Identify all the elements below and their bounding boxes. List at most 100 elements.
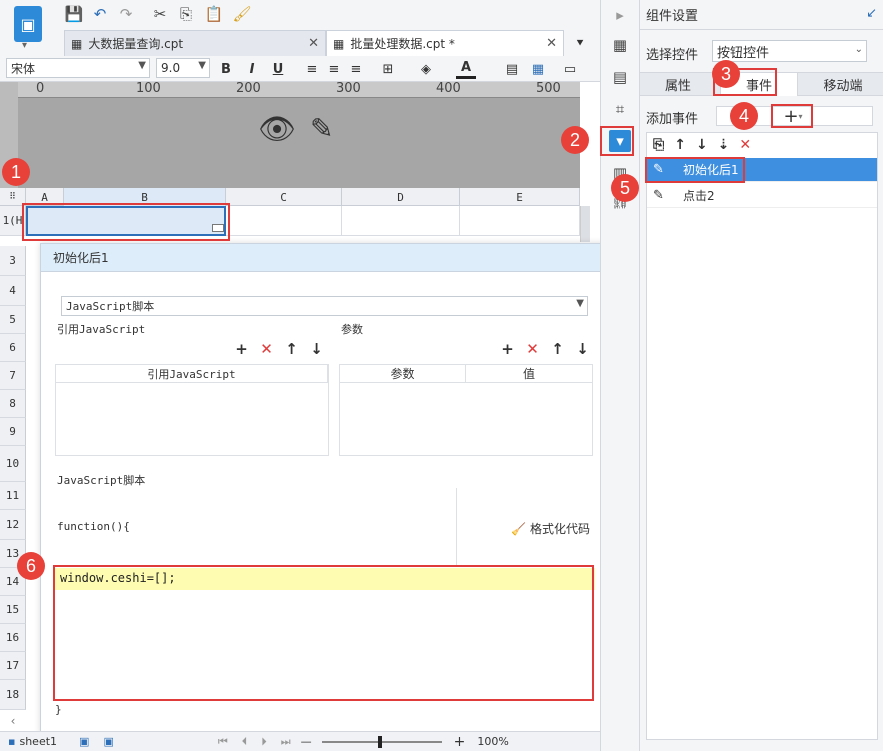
function-header: function(){ bbox=[57, 520, 130, 533]
step-badge: 1 bbox=[2, 158, 30, 186]
tab-big-data-query[interactable]: ▦ 大数据量查询.cpt ✕ bbox=[64, 30, 326, 56]
align-center-icon[interactable]: ≡ bbox=[324, 59, 344, 79]
row-header[interactable]: 3 bbox=[0, 246, 26, 276]
vertical-scrollbar[interactable] bbox=[580, 206, 590, 242]
more-icon[interactable]: ▭ bbox=[560, 59, 580, 79]
side-toolbar: ▸ ▦ ▤ ⌗ ▾ ▥ ⛓ bbox=[600, 0, 640, 751]
add-sheet-icon[interactable]: ▣ bbox=[79, 735, 89, 748]
table-icon[interactable]: ▦ bbox=[528, 59, 548, 79]
align-left-icon[interactable]: ≡ bbox=[302, 59, 322, 79]
tab-attributes[interactable]: 属性 bbox=[640, 73, 716, 95]
grid-cell[interactable] bbox=[342, 206, 460, 236]
move-up-icon[interactable]: ↑ bbox=[283, 340, 300, 358]
cut-icon[interactable]: ✂ bbox=[150, 4, 170, 24]
column-header[interactable]: C bbox=[226, 188, 342, 206]
main-toolbar: ▣ ▾ 💾 ↶ ↷ ✂ ⎘ 📋 🖌 ▦ 大数据量查询.cpt ✕ ▦ 批量处理数… bbox=[0, 0, 600, 82]
move-down-icon[interactable]: ↓ bbox=[574, 340, 591, 358]
add-icon[interactable]: + bbox=[233, 340, 250, 358]
status-bar: ▪ sheet1 ▣ ▣ ⏮ ⏴ ⏵ ⏭ — + 100% bbox=[0, 731, 600, 751]
italic-icon[interactable]: I bbox=[242, 59, 262, 79]
column-header: 参数 bbox=[340, 365, 466, 383]
tab-batch-process[interactable]: ▦ 批量处理数据.cpt * ✕ bbox=[326, 30, 564, 56]
next-page-icon[interactable]: ⏵ bbox=[261, 735, 267, 749]
sheet-tab[interactable]: sheet1 bbox=[19, 735, 57, 748]
widget-select[interactable]: 按钮控件 ⌄ bbox=[712, 40, 867, 62]
params-label: 参数 bbox=[341, 323, 363, 336]
zoom-in-icon[interactable]: + bbox=[454, 734, 466, 750]
row-header[interactable]: 4 bbox=[0, 276, 26, 306]
undo-icon[interactable]: ↶ bbox=[90, 4, 110, 24]
row-header[interactable]: 5 bbox=[0, 306, 26, 334]
row-header[interactable]: 17 bbox=[0, 652, 26, 680]
row-header[interactable]: 6 bbox=[0, 334, 26, 362]
tab-menu-icon[interactable]: ⯆ bbox=[568, 32, 592, 54]
align-right-icon[interactable]: ≡ bbox=[346, 59, 366, 79]
crop-icon[interactable]: ⌗ bbox=[609, 98, 631, 120]
zoom-slider[interactable] bbox=[321, 735, 442, 748]
ref-js-label: 引用JavaScript bbox=[57, 323, 146, 336]
edit-pencil-icon[interactable]: ✎ bbox=[310, 112, 333, 145]
sheet-icon: ▪ bbox=[8, 735, 16, 748]
event-item[interactable]: ✎ 点击2 bbox=[647, 184, 877, 208]
close-icon[interactable]: ✕ bbox=[546, 36, 557, 51]
paste-icon[interactable]: 📋 bbox=[204, 4, 224, 24]
highlight-event-item bbox=[645, 157, 745, 183]
delete-icon[interactable]: ✕ bbox=[258, 340, 275, 358]
font-family-select[interactable]: 宋体 ▼ bbox=[6, 58, 150, 78]
copy-icon[interactable]: ⎘ bbox=[653, 137, 664, 153]
prev-page-icon[interactable]: ⏴ bbox=[242, 735, 248, 749]
copy-icon[interactable]: ⎘ bbox=[176, 4, 196, 24]
row-header[interactable]: 9 bbox=[0, 418, 26, 446]
bold-icon[interactable]: B bbox=[216, 59, 236, 79]
step-badge: 6 bbox=[17, 552, 45, 580]
row-header[interactable]: 8 bbox=[0, 390, 26, 418]
first-page-icon[interactable]: ⏮ bbox=[218, 735, 228, 749]
grid-cell[interactable] bbox=[226, 206, 342, 236]
delete-icon[interactable]: ✕ bbox=[739, 137, 751, 153]
cell-attr-icon[interactable]: ▦ bbox=[609, 34, 631, 56]
select-widget-label: 选择控件 bbox=[646, 48, 699, 63]
row-header[interactable]: 15 bbox=[0, 596, 26, 624]
grid-cell[interactable] bbox=[460, 206, 580, 236]
widget-settings-panel: 组件设置 ↙ 选择控件 按钮控件 ⌄ 属性 事件 移动端 添加事件 + ▾ ⎘ ↑ … bbox=[640, 0, 883, 751]
tab-mobile[interactable]: 移动端 bbox=[804, 73, 882, 95]
font-size-select[interactable]: 9.0 ▼ bbox=[156, 58, 210, 78]
underline-icon[interactable]: U bbox=[268, 59, 288, 79]
move-down-icon[interactable]: ↓ bbox=[696, 137, 708, 153]
column-header[interactable]: D bbox=[342, 188, 460, 206]
delete-icon[interactable]: ✕ bbox=[524, 340, 541, 358]
column-header[interactable]: E bbox=[460, 188, 580, 206]
edit-pencil-icon: ✎ bbox=[653, 188, 664, 203]
app-logo-icon[interactable]: ▣ bbox=[14, 6, 42, 42]
fill-color-icon[interactable]: ◈ bbox=[416, 59, 436, 79]
freeze-icon[interactable]: ▤ bbox=[502, 59, 522, 79]
close-icon[interactable]: ✕ bbox=[308, 36, 319, 51]
last-page-icon[interactable]: ⏭ bbox=[281, 735, 291, 749]
row-header[interactable]: 16 bbox=[0, 624, 26, 652]
add-form-icon[interactable]: ▣ bbox=[103, 735, 113, 748]
format-code-button[interactable]: 🧹 格式化代码 bbox=[511, 520, 590, 537]
scroll-left-icon[interactable]: ‹ bbox=[0, 712, 26, 730]
move-up-icon[interactable]: ↑ bbox=[674, 137, 686, 153]
border-icon[interactable]: ⊞ bbox=[378, 59, 398, 79]
row-header[interactable]: 11 bbox=[0, 482, 26, 510]
add-icon[interactable]: + bbox=[499, 340, 516, 358]
save-icon[interactable]: 💾 bbox=[64, 4, 84, 24]
move-bottom-icon[interactable]: ⇣ bbox=[718, 137, 730, 153]
format-painter-icon[interactable]: 🖌 bbox=[232, 4, 252, 24]
collapse-arrow-icon[interactable]: ▸ bbox=[609, 4, 631, 26]
hidden-eye-icon[interactable]: 👁 bbox=[258, 112, 296, 147]
font-color-icon[interactable]: A bbox=[456, 59, 476, 79]
zoom-out-icon[interactable]: — bbox=[301, 735, 312, 748]
redo-icon[interactable]: ↷ bbox=[116, 4, 136, 24]
row-header[interactable]: 7 bbox=[0, 362, 26, 390]
move-down-icon[interactable]: ↓ bbox=[308, 340, 325, 358]
collapse-icon[interactable]: ↙ bbox=[866, 6, 877, 21]
row-header[interactable]: 12 bbox=[0, 510, 26, 540]
condition-icon[interactable]: ▤ bbox=[609, 66, 631, 88]
row-header[interactable]: 10 bbox=[0, 446, 26, 482]
logo-dropdown-icon[interactable]: ▾ bbox=[22, 40, 27, 51]
move-up-icon[interactable]: ↑ bbox=[549, 340, 566, 358]
row-header[interactable]: 18 bbox=[0, 680, 26, 710]
script-type-select[interactable]: JavaScript脚本 ▼ bbox=[61, 296, 588, 316]
